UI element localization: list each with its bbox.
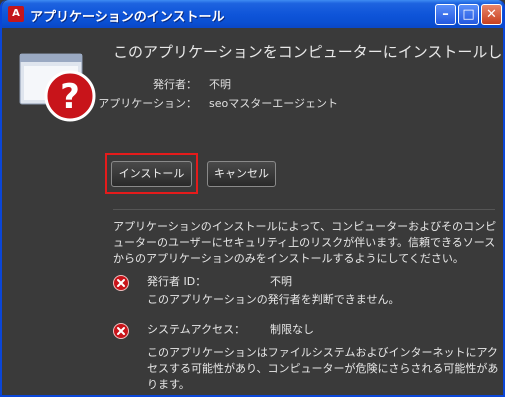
- publisher-value: 不明: [209, 78, 231, 91]
- error-icon: [113, 275, 129, 291]
- minimize-button[interactable]: –: [435, 4, 456, 25]
- dialog-content: ? このアプリケーションをコンピューターにインストールしますか？ 発行者： 不明…: [2, 28, 503, 395]
- security-warning-text: アプリケーションのインストールによって、コンピューターおよびそのコンピューターの…: [113, 220, 497, 265]
- install-question: このアプリケーションをコンピューターにインストールしますか？: [113, 43, 503, 61]
- title-bar[interactable]: A アプリケーションのインストール – □ ✕: [2, 0, 503, 28]
- install-dialog-window: A アプリケーションのインストール – □ ✕ ? このアプリケーションをコンピ…: [0, 0, 505, 397]
- window-title: アプリケーションのインストール: [30, 10, 225, 25]
- publisher-id-description: このアプリケーションの発行者を判断できません。: [147, 293, 400, 306]
- publisher-id-label: 発行者 ID：: [147, 275, 207, 288]
- unknown-application-question-icon: ?: [19, 53, 96, 122]
- system-access-description: このアプリケーションはファイルシステムおよびインターネットにアクセスする可能性が…: [147, 346, 499, 391]
- publisher-label: 発行者：: [153, 78, 197, 91]
- application-value: seoマスターエージェント: [209, 97, 339, 110]
- air-app-logo-icon: A: [8, 6, 24, 22]
- separator: [113, 209, 495, 210]
- application-label: アプリケーション：: [98, 97, 197, 110]
- install-button[interactable]: インストール: [111, 161, 192, 187]
- close-button[interactable]: ✕: [481, 4, 502, 25]
- system-access-label: システムアクセス：: [147, 323, 246, 336]
- maximize-button[interactable]: □: [458, 4, 479, 25]
- svg-text:?: ?: [60, 77, 80, 117]
- cancel-button[interactable]: キャンセル: [207, 161, 276, 187]
- system-access-value: 制限なし: [270, 323, 314, 336]
- error-icon: [113, 323, 129, 339]
- publisher-id-value: 不明: [270, 275, 292, 288]
